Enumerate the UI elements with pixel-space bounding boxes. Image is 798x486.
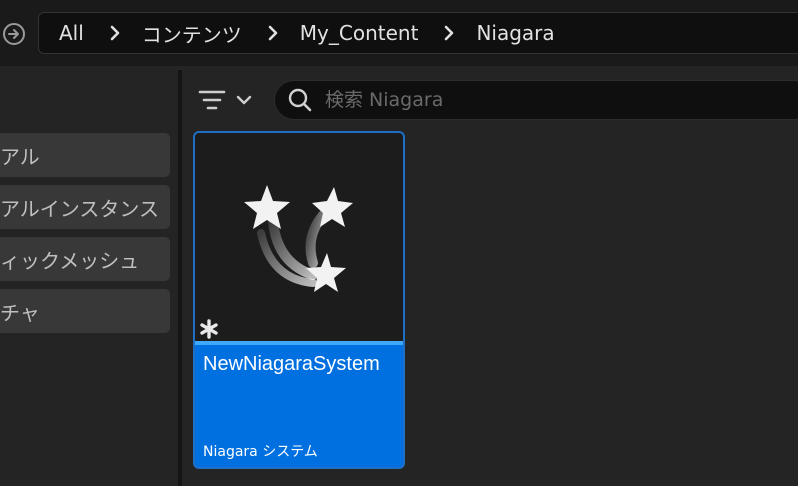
breadcrumb-my-content[interactable]: My_Content [300, 21, 419, 45]
history-button[interactable] [0, 20, 28, 48]
filter-item-static-mesh[interactable]: ィックメッシュ [0, 237, 170, 281]
chevron-right-icon[interactable] [110, 25, 120, 41]
top-bar: All コンテンツ My_Content Niagara [0, 0, 798, 66]
niagara-system-icon [244, 185, 353, 292]
asset-tile[interactable]: NewNiagaraSystem Niagara システム [193, 131, 405, 469]
asset-type-color-bar [195, 341, 403, 345]
filter-item-label: ィックメッシュ [0, 248, 140, 273]
filter-item-label: チャ [0, 300, 40, 325]
history-arrow-icon [3, 23, 25, 45]
asterisk-icon [200, 319, 218, 339]
breadcrumb-content[interactable]: コンテンツ [142, 19, 242, 48]
filter-item-label: アルインスタンス [0, 196, 159, 221]
chevron-right-icon[interactable] [444, 25, 454, 41]
search-icon [288, 88, 312, 112]
filter-button[interactable] [198, 84, 260, 116]
chevron-right-icon[interactable] [268, 25, 278, 41]
asset-type-label: Niagara システム [203, 444, 318, 460]
filter-item-material-instance[interactable]: アルインスタンス [0, 185, 170, 229]
search-box[interactable] [274, 80, 798, 120]
filter-item-material[interactable]: アル [0, 133, 170, 177]
asset-name: NewNiagaraSystem [203, 353, 380, 375]
breadcrumb-niagara[interactable]: Niagara [476, 21, 554, 45]
breadcrumb-all[interactable]: All [59, 21, 84, 45]
breadcrumb: All コンテンツ My_Content Niagara [38, 12, 798, 54]
search-input[interactable] [323, 88, 767, 112]
filter-item-texture[interactable]: チャ [0, 289, 170, 333]
chevron-down-icon [236, 95, 252, 105]
panel-divider[interactable] [178, 70, 182, 486]
asset-thumbnail [195, 133, 403, 341]
filter-icon [198, 90, 226, 110]
filter-item-label: アル [0, 144, 40, 169]
